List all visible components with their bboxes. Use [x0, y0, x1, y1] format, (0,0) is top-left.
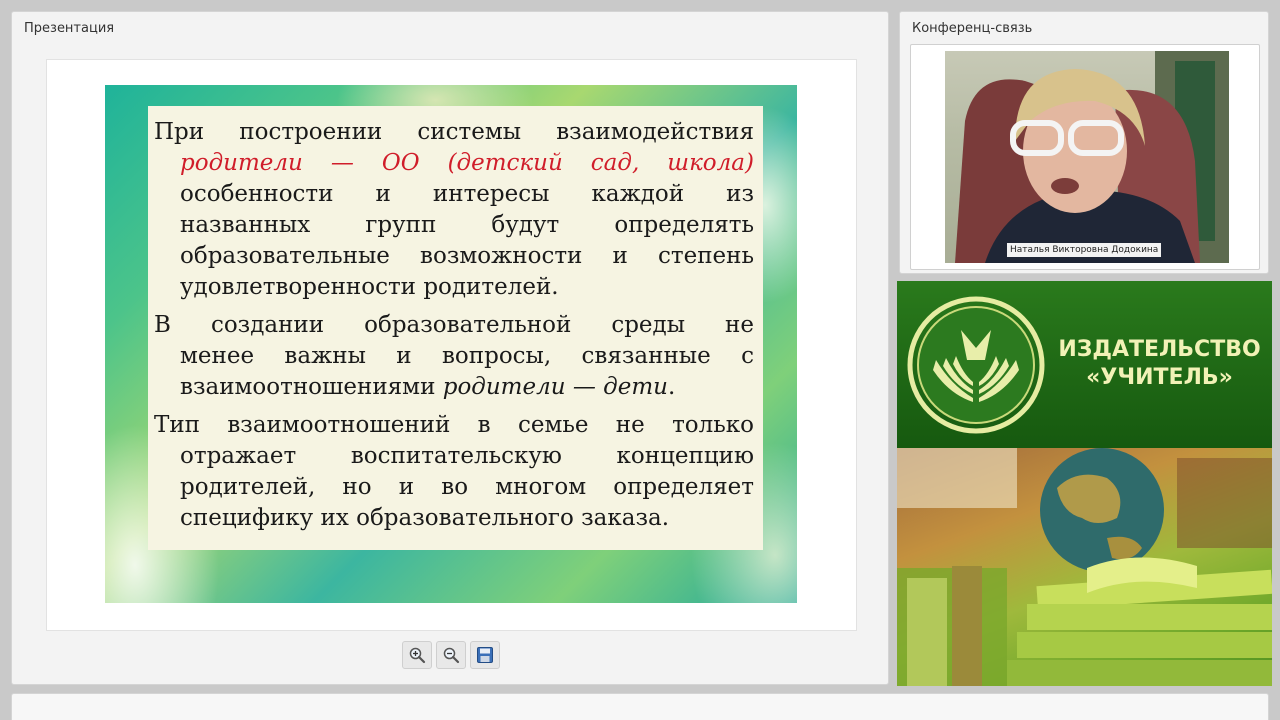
zoom-in-button[interactable] — [402, 641, 432, 669]
zoom-out-button[interactable] — [436, 641, 466, 669]
presentation-title: Презентация — [24, 21, 115, 36]
speaker-name-label: Наталья Викторовна Додокина — [1007, 243, 1162, 257]
slide-paragraph-2: В создании образовательной среды не мене… — [154, 310, 754, 403]
presentation-panel: Презентация При построении системы взаим… — [11, 11, 889, 685]
slide-text-part: . — [668, 374, 676, 400]
slide-line: особенности и интересы каждой из — [180, 181, 754, 207]
slide-line: родителей, но и во многом определяет — [180, 474, 754, 500]
slide-line: отражает воспитательскую концепцию — [180, 443, 754, 469]
book-logo-icon — [907, 296, 1045, 434]
save-icon — [477, 647, 493, 663]
conference-panel: Конференц-связь Наталья Викторовна Додок… — [899, 11, 1269, 274]
slide-text-part-italic: родители — дети — [442, 374, 668, 400]
save-button[interactable] — [470, 641, 500, 669]
slide-paragraph-3: Тип взаимоотношений в семье не только от… — [154, 410, 754, 534]
conference-title: Конференц-связь — [912, 21, 1033, 36]
books-globe-illustration — [897, 448, 1272, 686]
slide-line: названных групп будут определять — [180, 212, 754, 238]
slide-line: удовлетворенности родителей. — [180, 274, 559, 300]
speaker-silhouette — [955, 51, 1229, 263]
slide-line: образовательные возможности и степень — [180, 243, 754, 269]
zoom-out-icon — [443, 647, 460, 664]
slide-line: менее важны и вопросы, связанные с — [180, 343, 754, 369]
publisher-name: ИЗДАТЕЛЬСТВО «УЧИТЕЛЬ» — [1057, 336, 1262, 392]
publisher-name-line2: «УЧИТЕЛЬ» — [1086, 365, 1233, 390]
slide-line: При построении системы взаимодействия — [154, 119, 754, 145]
slide-frame: При построении системы взаимодействия ро… — [46, 59, 857, 631]
bottom-panel — [11, 693, 1269, 720]
slide-line: специфику их образовательного заказа. — [180, 505, 670, 531]
slide-toolbar — [402, 641, 500, 671]
speaker-video[interactable]: Наталья Викторовна Додокина — [945, 51, 1229, 263]
books-globe-image — [897, 448, 1272, 686]
slide-line: В создании образовательной среды не — [154, 312, 754, 338]
slide: При построении системы взаимодействия ро… — [105, 85, 797, 603]
slide-line: родители — ОО (детский сад, школа) — [180, 150, 754, 176]
slide-line: Тип взаимоотношений в семье не только — [154, 412, 754, 438]
publisher-banner: ИЗДАТЕЛЬСТВО «УЧИТЕЛЬ» — [897, 281, 1272, 448]
video-frame: Наталья Викторовна Додокина — [910, 44, 1260, 270]
zoom-in-icon — [409, 647, 426, 664]
slide-paragraph-1: При построении системы взаимодействия ро… — [154, 117, 754, 303]
slide-text-part: взаимоотношениями — [180, 374, 443, 400]
publisher-name-line1: ИЗДАТЕЛЬСТВО — [1058, 337, 1261, 362]
slide-line: взаимоотношениями родители — дети. — [154, 372, 754, 403]
